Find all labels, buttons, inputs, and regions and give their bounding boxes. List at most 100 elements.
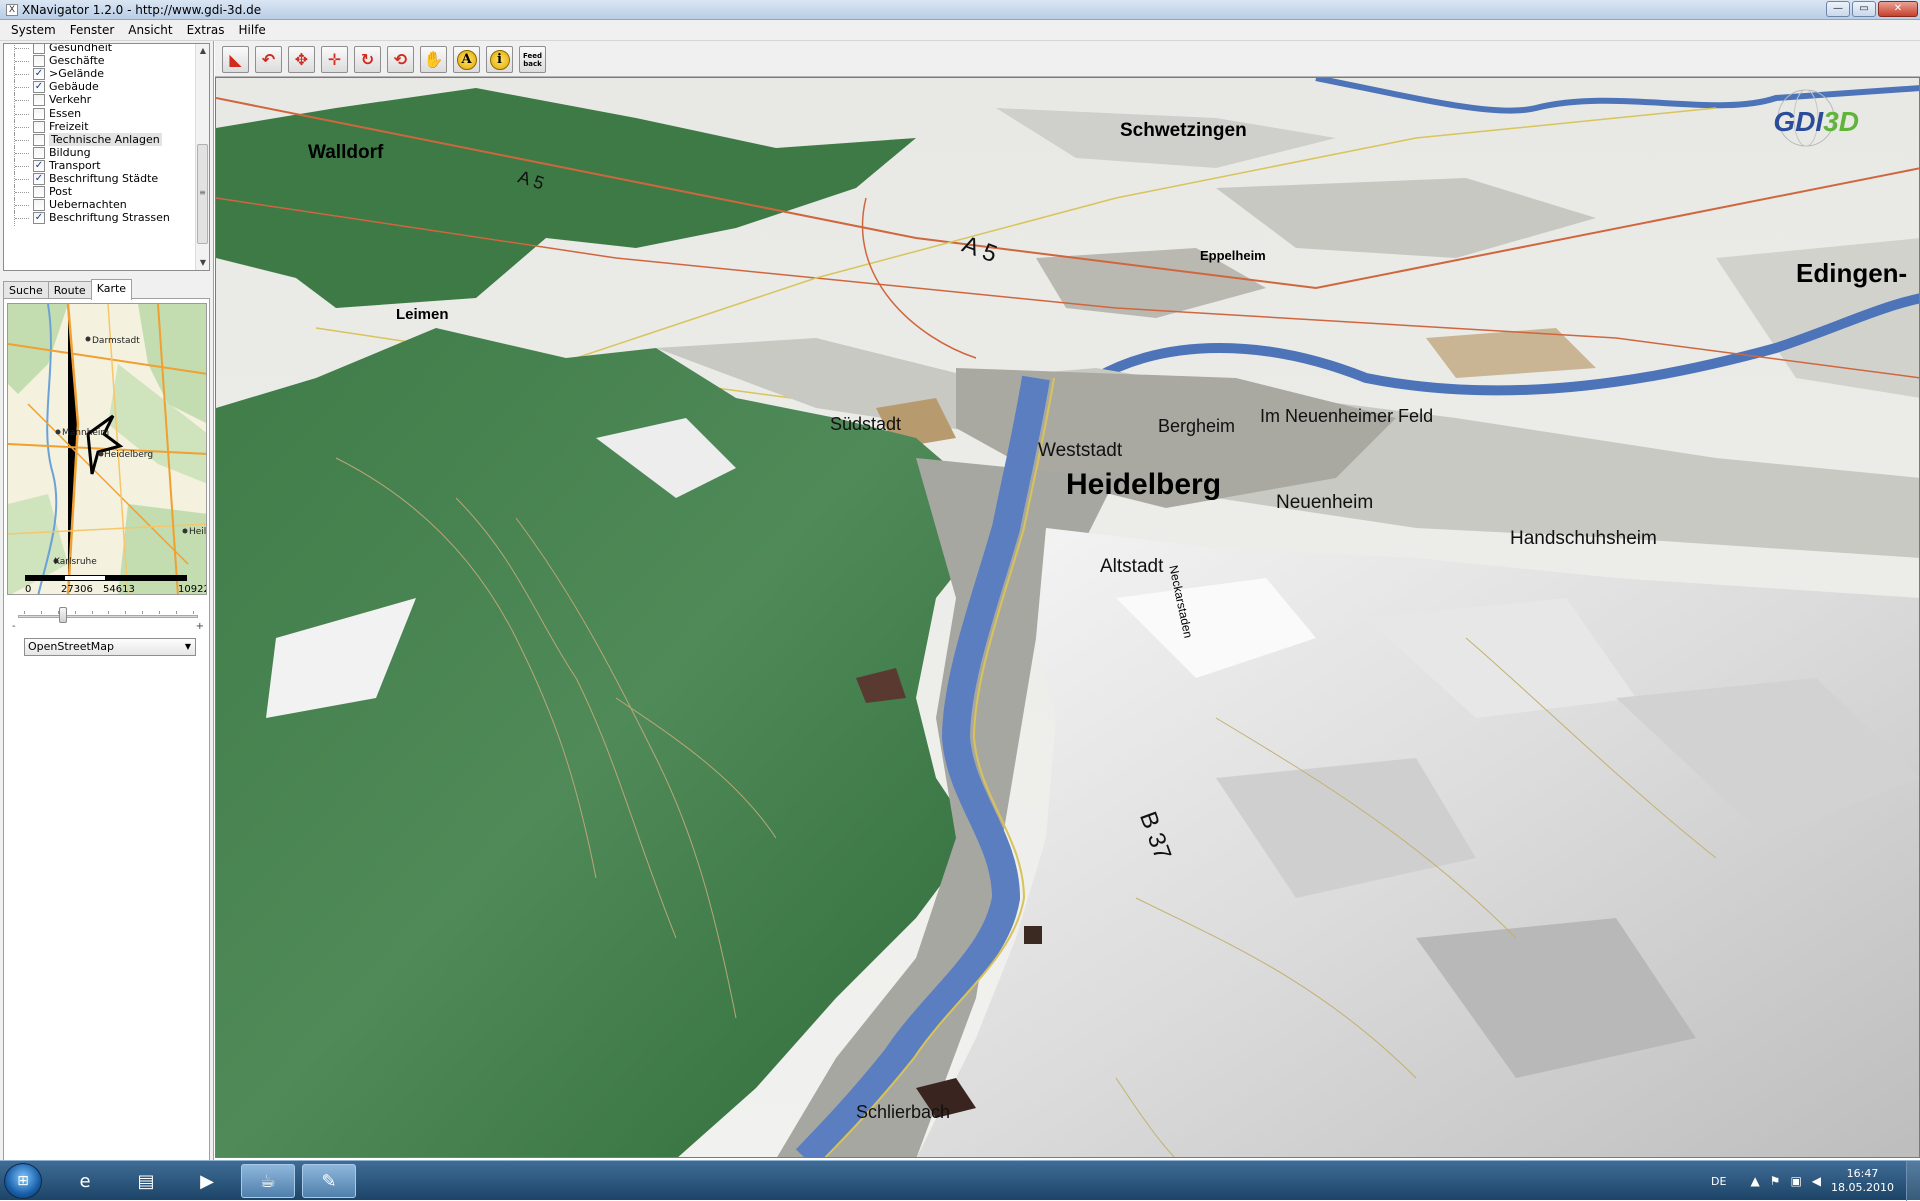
layer-checkbox[interactable] [33,120,45,133]
move-tool-button[interactable]: ✛ [321,46,348,73]
tilt-tool-icon: ↶ [261,50,276,69]
gdi3d-logo: GDI3D [1773,106,1859,137]
place-walldorf: Walldorf [308,142,384,163]
layer-label: Gebäude [49,80,99,94]
orbit-tool-button[interactable]: ◣ [222,46,249,73]
start-button[interactable]: ⊞ [4,1163,42,1199]
volume-icon[interactable]: ◀ [1812,1174,1821,1188]
menu-extras[interactable]: Extras [180,23,232,37]
undo-tool-icon: ⟲ [393,50,408,69]
layer-label: Technische Anlagen [49,132,162,146]
show-hidden-icons-icon[interactable]: ▲ [1750,1174,1759,1188]
undo-tool-button[interactable]: ⟲ [387,46,414,73]
layer-label: Post [49,185,73,199]
window-titlebar: X XNavigator 1.2.0 - http://www.gdi-3d.d… [0,0,1920,20]
district-bergheim: Bergheim [1158,416,1236,436]
district-suedstadt: Südstadt [830,414,902,434]
paint-app-taskbar-button[interactable]: ✎ [302,1164,356,1198]
move-vertical-tool-icon: ✥ [294,50,309,69]
district-handschuhsheim: Handschuhsheim [1510,528,1657,549]
move-vertical-tool-button[interactable]: ✥ [288,46,315,73]
move-tool-icon: ✛ [327,50,342,69]
tab-karte[interactable]: Karte [90,279,133,300]
tab-suche[interactable]: Suche [3,281,49,299]
maximize-button[interactable]: ▭ [1852,1,1876,17]
layer-label: Beschriftung Strassen [49,211,170,225]
layer-checkbox[interactable]: ✓ [33,159,45,172]
zoom-plus-label: + [195,621,204,632]
layer-checkbox[interactable] [33,94,45,107]
close-button[interactable]: ✕ [1878,1,1918,17]
scroll-thumb[interactable]: ≡ [197,144,208,244]
app-icon: X [6,3,18,16]
layer-checkbox[interactable]: ✓ [33,173,45,185]
layer-label: Freizeit [49,119,89,133]
action-center-flag-icon[interactable]: ⚑ [1770,1174,1781,1188]
feedback-button[interactable]: Feed back [519,46,546,73]
overview-map[interactable]: Darmstadt Mannheim Heidelberg Heilt Karl… [7,303,207,595]
file-explorer-icon: ▤ [137,1170,155,1192]
java-app-icon: ☕ [259,1170,277,1192]
layer-checkbox[interactable]: ✓ [33,68,45,81]
layer-checkbox[interactable] [33,186,45,199]
layer-checkbox[interactable]: ✓ [33,212,45,225]
scale-tick-2: 54613 [103,584,135,595]
scale-bar [25,575,187,581]
info-tool-button[interactable]: i [486,46,513,73]
layer-label: Transport [49,158,101,172]
layer-checkbox[interactable] [33,55,45,68]
layer-label: Gesundheit [49,43,113,54]
minimize-button[interactable]: — [1826,1,1850,17]
zoom-minus-label: - [12,621,16,632]
layer-checkbox[interactable] [33,199,45,212]
place-eppelheim: Eppelheim [1200,248,1266,263]
layer-tree: ✓ Beschriftung Strassen Uebernachten Post ✓ B… [3,43,210,271]
layer-label: Geschäfte [49,54,105,68]
show-desktop-button[interactable] [1906,1161,1920,1201]
layer-label: >Gelände [49,67,105,81]
windows-taskbar: ⊞ DE ▲ ⚑ ▣ ◀ 16:47 18.05.2010 e ▤ ▶ ☕ ✎ [0,1160,1920,1201]
window-title: XNavigator 1.2.0 - http://www.gdi-3d.de [22,2,262,17]
place-heidelberg: Heidelberg [1066,468,1222,501]
layer-checkbox[interactable] [33,107,45,120]
layer-label: Bildung [49,145,91,159]
scroll-down-icon[interactable]: ▼ [196,256,209,270]
district-weststadt: Weststadt [1038,440,1123,461]
layer-checkbox[interactable] [33,44,45,54]
3d-map-view[interactable]: GDI3D Walldorf Schwetzingen Edingen- Epp… [215,77,1920,1158]
layer-tree-scrollbar[interactable]: ▲ ≡ ▼ [195,44,209,270]
annotation-tool-button[interactable]: A [453,46,480,73]
layer-row[interactable]: Gesundheit [4,43,196,56]
hand-tool-button[interactable]: ✋ [420,46,447,73]
orbit-tool-icon: ◣ [229,50,242,69]
tilt-tool-button[interactable]: ↶ [255,46,282,73]
layer-checkbox[interactable] [33,146,45,159]
java-app-taskbar-button[interactable]: ☕ [241,1164,295,1198]
menu-system[interactable]: System [4,23,63,37]
menu-ansicht[interactable]: Ansicht [121,23,179,37]
overview-label-heidelberg: Heidelberg [104,450,154,460]
overview-label-karlsruhe: Karlsruhe [54,557,97,567]
karte-tab-panel: Darmstadt Mannheim Heidelberg Heilt Karl… [3,298,210,1198]
menu-hilfe[interactable]: Hilfe [232,23,273,37]
network-icon[interactable]: ▣ [1790,1174,1801,1188]
file-explorer-taskbar-button[interactable]: ▤ [119,1164,173,1198]
zoom-slider[interactable]: - + [12,605,204,632]
map-source-select[interactable]: OpenStreetMap ▼ [24,638,196,656]
rotate-tool-button[interactable]: ↻ [354,46,381,73]
tab-route[interactable]: Route [47,281,92,299]
district-neuenheim: Neuenheim [1276,492,1374,513]
taskbar-clock[interactable]: 16:47 18.05.2010 [1831,1167,1894,1195]
media-player-taskbar-button[interactable]: ▶ [180,1164,234,1198]
layer-checkbox[interactable]: ✓ [33,81,45,94]
scroll-up-icon[interactable]: ▲ [196,44,209,58]
zoom-slider-knob[interactable] [59,607,67,623]
language-indicator[interactable]: DE [1711,1175,1726,1188]
layer-checkbox[interactable] [33,133,45,146]
place-edingen: Edingen- [1796,258,1908,288]
internet-explorer-taskbar-button[interactable]: e [58,1164,112,1198]
paint-app-icon: ✎ [321,1170,337,1192]
media-player-icon: ▶ [200,1170,214,1192]
menu-fenster[interactable]: Fenster [63,23,122,37]
overview-label-heilt: Heilt [189,527,207,537]
